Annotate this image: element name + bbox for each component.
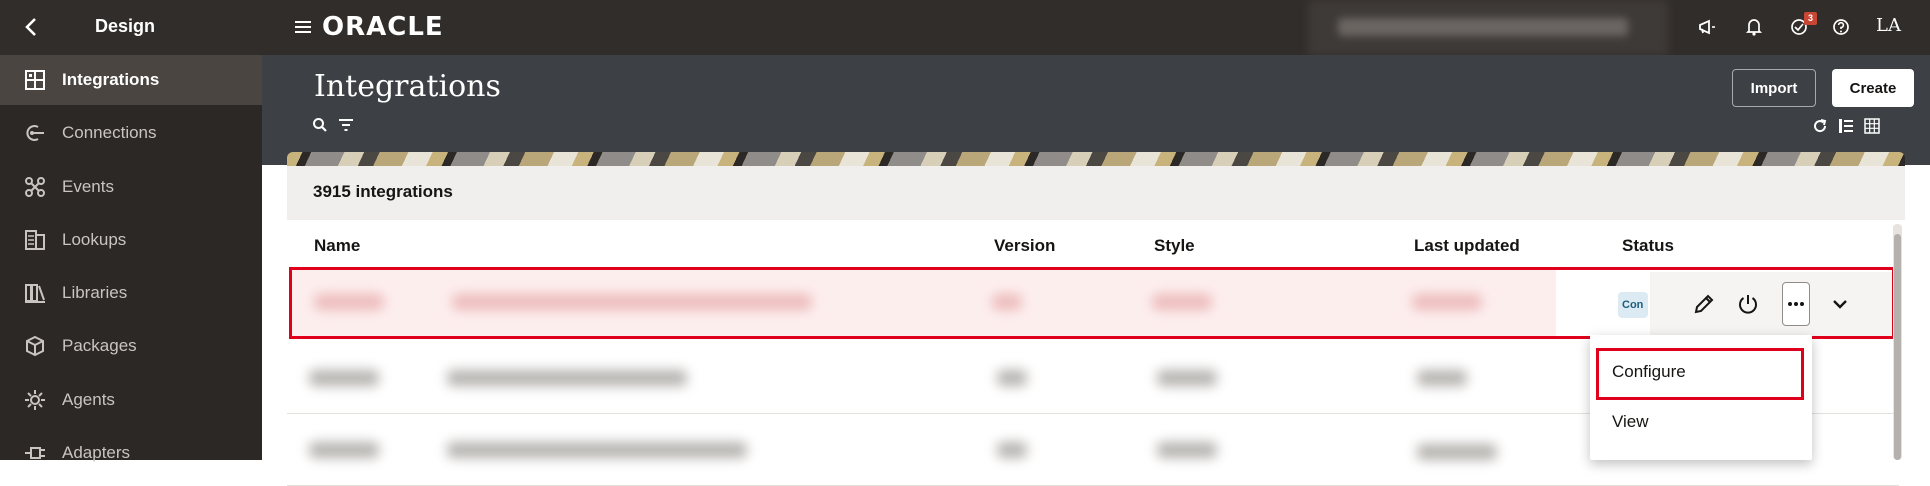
announcement-icon[interactable] bbox=[1694, 14, 1720, 40]
column-header-name[interactable]: Name bbox=[314, 236, 360, 256]
sidebar-item-lookups[interactable]: Lookups bbox=[0, 215, 262, 265]
libraries-icon bbox=[22, 280, 48, 306]
sidebar-item-label: Adapters bbox=[62, 443, 131, 462]
integrations-icon bbox=[22, 67, 48, 93]
sidebar-item-label: Lookups bbox=[62, 230, 127, 249]
view-tools bbox=[1812, 118, 1880, 139]
bell-icon[interactable] bbox=[1741, 14, 1767, 40]
notification-badge: 3 bbox=[1804, 12, 1817, 25]
sidebar-item-libraries[interactable]: Libraries bbox=[0, 268, 262, 318]
row-actions bbox=[1650, 272, 1892, 336]
sidebar-item-adapters[interactable]: Adapters bbox=[0, 428, 262, 478]
redacted-cell bbox=[1412, 294, 1482, 310]
decorative-banner bbox=[287, 152, 1905, 166]
hamburger-icon[interactable] bbox=[292, 15, 314, 39]
column-header-style[interactable]: Style bbox=[1154, 236, 1195, 256]
power-icon[interactable] bbox=[1732, 286, 1764, 322]
lookups-icon bbox=[22, 227, 48, 253]
top-bar: Design ORACLE 3 LA bbox=[0, 0, 1930, 55]
oracle-logo: ORACLE bbox=[322, 12, 444, 42]
integration-count: 3915 integrations bbox=[313, 182, 453, 201]
create-button[interactable]: Create bbox=[1832, 69, 1914, 107]
list-tools bbox=[312, 117, 354, 138]
redacted-cell bbox=[452, 294, 812, 310]
import-button[interactable]: Import bbox=[1732, 69, 1816, 107]
sidebar-item-label: Agents bbox=[62, 390, 115, 409]
column-header-last-updated[interactable]: Last updated bbox=[1414, 236, 1520, 256]
help-icon[interactable] bbox=[1828, 14, 1854, 40]
sidebar-item-packages[interactable]: Packages bbox=[0, 321, 262, 371]
status-badge: Con bbox=[1618, 292, 1648, 318]
menu-item-view[interactable]: View bbox=[1590, 397, 1812, 447]
redacted-cell bbox=[309, 442, 379, 458]
vertical-scrollbar[interactable] bbox=[1893, 224, 1902, 460]
filter-icon[interactable] bbox=[338, 117, 354, 138]
edit-icon[interactable] bbox=[1688, 286, 1720, 322]
page-title: Integrations bbox=[314, 69, 501, 104]
list-view-icon[interactable] bbox=[1838, 118, 1854, 139]
redacted-cell bbox=[309, 370, 379, 386]
sidebar-item-label: Libraries bbox=[62, 283, 128, 302]
first-row-redacted bbox=[292, 270, 1556, 336]
more-actions-button[interactable] bbox=[1782, 282, 1810, 326]
agents-icon bbox=[22, 387, 48, 413]
refresh-icon[interactable] bbox=[1812, 118, 1828, 139]
sidebar-item-label: Events bbox=[62, 177, 114, 196]
redacted-cell bbox=[447, 370, 687, 386]
redacted-user-info bbox=[1308, 0, 1668, 55]
column-header-version[interactable]: Version bbox=[994, 236, 1055, 256]
redacted-cell bbox=[314, 294, 384, 310]
redacted-cell bbox=[1417, 370, 1467, 386]
sidebar-item-integrations[interactable]: Integrations bbox=[0, 55, 262, 105]
connections-icon bbox=[22, 120, 48, 146]
sidebar-item-connections[interactable]: Connections bbox=[0, 108, 262, 158]
sidebar-item-label: Packages bbox=[62, 336, 137, 355]
menu-item-configure[interactable]: Configure bbox=[1590, 347, 1812, 397]
back-icon[interactable] bbox=[18, 14, 44, 40]
scrollbar-thumb[interactable] bbox=[1894, 234, 1901, 460]
column-header-status[interactable]: Status bbox=[1622, 236, 1674, 256]
adapters-icon bbox=[22, 440, 48, 466]
row-actions-menu: Configure View bbox=[1590, 335, 1812, 460]
redacted-cell bbox=[1152, 294, 1212, 310]
sidebar-item-events[interactable]: Events bbox=[0, 162, 262, 212]
redacted-cell bbox=[1157, 442, 1217, 458]
chevron-down-icon[interactable] bbox=[1824, 286, 1856, 322]
events-icon bbox=[22, 174, 48, 200]
section-title: Design bbox=[95, 16, 156, 36]
sidebar-item-agents[interactable]: Agents bbox=[0, 375, 262, 425]
redacted-cell bbox=[1417, 444, 1497, 460]
sidebar-item-label: Connections bbox=[62, 123, 157, 142]
sidebar: Integrations Connections Events Lookups … bbox=[0, 55, 262, 462]
user-avatar[interactable]: LA bbox=[1876, 15, 1901, 36]
sidebar-item-label: Integrations bbox=[62, 70, 160, 89]
redacted-cell bbox=[997, 370, 1027, 386]
redacted-cell bbox=[992, 294, 1022, 310]
result-count-bar: 3915 integrations bbox=[287, 166, 1905, 220]
packages-icon bbox=[22, 333, 48, 359]
page-header: Integrations Import Create bbox=[262, 55, 1930, 165]
search-icon[interactable] bbox=[312, 117, 328, 138]
redacted-cell bbox=[997, 442, 1027, 458]
ellipsis-icon bbox=[1788, 302, 1804, 306]
redacted-cell bbox=[1157, 370, 1217, 386]
redacted-cell bbox=[447, 442, 747, 458]
grid-view-icon[interactable] bbox=[1864, 118, 1880, 139]
